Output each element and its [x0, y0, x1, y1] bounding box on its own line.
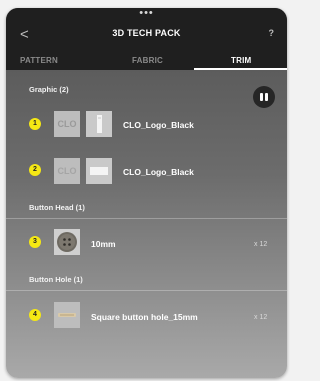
- item-thumbnail: [54, 302, 80, 328]
- section-button-head-label: Button Head (1): [29, 203, 85, 212]
- section-divider: [6, 218, 287, 219]
- tag-shape-icon: [97, 115, 102, 133]
- drag-handle[interactable]: •••: [6, 8, 287, 19]
- section-divider: [6, 290, 287, 291]
- active-tab-indicator: [194, 68, 287, 70]
- tab-pattern[interactable]: PATTERN: [20, 56, 58, 65]
- svg-text:CLO: CLO: [58, 166, 77, 176]
- item-thumbnail: [54, 229, 80, 255]
- tab-trim[interactable]: TRIM: [231, 56, 251, 65]
- svg-text:CLO: CLO: [58, 119, 77, 129]
- tag-shape-icon: [90, 167, 108, 175]
- item-number-badge: 4: [29, 309, 41, 321]
- panel-title: 3D TECH PACK: [112, 28, 181, 38]
- back-button[interactable]: <: [20, 26, 29, 44]
- item-thumbnail-back: [86, 111, 112, 137]
- item-number-badge: 2: [29, 164, 41, 176]
- item-quantity: x 12: [254, 241, 268, 248]
- view-toggle-button[interactable]: [253, 86, 275, 108]
- section-button-hole-label: Button Hole (1): [29, 275, 83, 284]
- help-button[interactable]: ?: [269, 28, 275, 38]
- item-thumbnail-back: [86, 158, 112, 184]
- item-name: CLO_Logo_Black: [123, 120, 194, 130]
- item-number-badge: 3: [29, 236, 41, 248]
- tech-pack-panel: ••• < 3D TECH PACK ? PATTERN FABRIC TRIM…: [6, 8, 287, 378]
- item-name: Square button hole_15mm: [91, 312, 198, 322]
- item-quantity: x 12: [254, 314, 268, 321]
- pause-view-icon: [260, 93, 268, 101]
- clo-logo-thumbnail: CLO: [58, 166, 77, 176]
- item-number-badge: 1: [29, 118, 41, 130]
- item-thumbnail: CLO: [54, 111, 80, 137]
- clo-logo-thumbnail: CLO: [58, 119, 77, 129]
- item-name: CLO_Logo_Black: [123, 167, 194, 177]
- item-thumbnail: CLO: [54, 158, 80, 184]
- header: ••• < 3D TECH PACK ? PATTERN FABRIC TRIM: [6, 8, 287, 70]
- tab-fabric[interactable]: FABRIC: [132, 56, 163, 65]
- section-graphic-label: Graphic (2): [29, 85, 69, 94]
- item-name: 10mm: [91, 239, 116, 249]
- button-hole-icon: [58, 313, 76, 317]
- button-icon: [57, 232, 77, 252]
- chevron-left-icon: <: [20, 26, 29, 43]
